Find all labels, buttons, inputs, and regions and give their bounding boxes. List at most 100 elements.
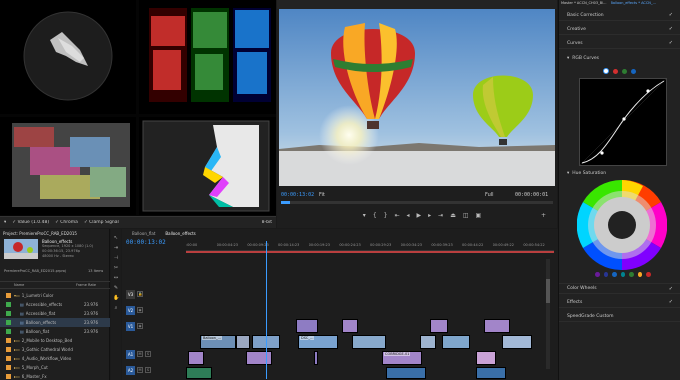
project-item-row[interactable]: ▸▭ 4_Audio_Workflow_Video [0, 354, 110, 363]
razor-tool-icon[interactable]: ✂ [113, 265, 119, 271]
work-area-bar[interactable] [186, 251, 554, 253]
scrollbar-thumb[interactable] [546, 279, 550, 303]
audio-clip[interactable] [386, 367, 426, 379]
project-item-row[interactable]: ▤ Balloon_flat 23.976 [0, 327, 110, 336]
clip[interactable] [342, 319, 358, 333]
lock-icon[interactable]: 🔒 [137, 291, 143, 297]
export-frame-button[interactable]: ◫ [463, 212, 469, 220]
marker-button[interactable]: ▾ [363, 212, 366, 220]
clip[interactable] [484, 319, 510, 333]
label-color-swatch[interactable] [6, 374, 11, 379]
sequence-icon[interactable]: ▤ [20, 311, 24, 316]
tab-balloon-effects[interactable]: Balloon_effects [165, 231, 195, 236]
swatch-yellow[interactable] [637, 272, 643, 277]
swatch-green[interactable] [629, 272, 634, 277]
sequence-clip-tab[interactable]: Balloon_effects * ACCN_... [611, 1, 656, 8]
bin-folder-icon[interactable]: ▸▭ [14, 374, 20, 379]
section-toggle[interactable]: ✓ [669, 12, 673, 18]
clip[interactable] [442, 335, 470, 349]
selection-tool-icon[interactable]: ↖ [113, 235, 119, 241]
clip[interactable] [502, 335, 532, 349]
curve-point[interactable] [646, 89, 650, 93]
scope-option-chroma[interactable]: ✓ Chroma [55, 220, 78, 225]
step-forward-button[interactable]: ▸ [428, 212, 431, 220]
section-toggle[interactable]: ✓ [669, 286, 673, 292]
timeline-tracks-area[interactable]: Balloon_... DSC_... COBRIDGE-01 [186, 241, 554, 379]
eye-icon[interactable]: ◉ [137, 323, 143, 329]
eye-icon[interactable]: ◉ [137, 307, 143, 313]
track-label[interactable]: V2 [126, 305, 135, 315]
clip[interactable] [236, 335, 250, 349]
track-select-tool-icon[interactable]: ⇥ [113, 245, 119, 251]
mute-icon[interactable]: M [137, 351, 143, 357]
project-item-row[interactable]: ▤ Accessible_effects 23.976 [0, 300, 110, 309]
zoom-level-dropdown[interactable]: Fit [319, 192, 325, 198]
bin-folder-icon[interactable]: ▾▭ [14, 293, 20, 298]
section-creative[interactable]: Creative ✓ [559, 24, 680, 35]
section-curves[interactable]: Curves ✓ [559, 38, 680, 49]
clip[interactable]: DSC_... [298, 335, 338, 349]
program-scrubber[interactable] [281, 201, 553, 204]
add-button[interactable]: + [541, 212, 546, 219]
sequence-icon[interactable]: ▤ [20, 302, 24, 307]
comparison-view-button[interactable]: ▣ [476, 212, 482, 220]
playhead-timecode[interactable]: 00:00:13:02 [281, 192, 314, 198]
project-item-row[interactable]: ▾▭ 1_Lumetri Color [0, 291, 110, 300]
section-color-wheels[interactable]: Color Wheels ✓ [559, 283, 680, 294]
sequence-icon[interactable]: ▤ [20, 329, 24, 334]
label-color-swatch[interactable] [6, 302, 11, 307]
section-effects[interactable]: Effects ✓ [559, 297, 680, 308]
curve-point[interactable] [622, 117, 626, 121]
sequence-thumbnail[interactable] [4, 239, 38, 259]
ripple-edit-tool-icon[interactable]: ⊣ [113, 255, 119, 261]
bin-folder-icon[interactable]: ▸▭ [14, 365, 20, 370]
section-basic-correction[interactable]: Basic Correction ✓ [559, 10, 680, 21]
clip[interactable] [476, 351, 496, 365]
track-label[interactable]: V3 [126, 289, 135, 299]
clip[interactable] [246, 351, 272, 365]
project-item-row[interactable]: ▤ Accessible_flat 23.976 [0, 309, 110, 318]
clip[interactable] [314, 351, 318, 365]
scope-type-dropdown[interactable]: ▾ [4, 220, 6, 225]
master-clip-tab[interactable]: Master * ACCN_CH03_Bl... [561, 1, 607, 8]
clip[interactable]: COBRIDGE-01 [382, 351, 422, 365]
curve-point[interactable] [600, 151, 604, 155]
audio-clip[interactable] [476, 367, 506, 379]
channel-green[interactable] [622, 68, 627, 74]
track-label[interactable]: A1 [126, 349, 135, 359]
project-item-row[interactable]: ▸▭ 2_Mobile to Desktop_Bed [0, 336, 110, 345]
frame-rate-column-header[interactable]: Frame Rate [76, 283, 96, 287]
mark-in-button[interactable]: { [373, 212, 377, 220]
bin-folder-icon[interactable]: ▸▭ [14, 338, 20, 343]
go-to-in-button[interactable]: ⇤ [394, 212, 399, 220]
label-color-swatch[interactable] [6, 293, 11, 298]
step-back-button[interactable]: ◂ [407, 212, 410, 220]
hue-saturation-wheel[interactable] [576, 179, 668, 271]
pen-tool-icon[interactable]: ✎ [113, 285, 119, 291]
project-item-row[interactable]: ▸▭ 5_Morph_Cut [0, 363, 110, 372]
clip[interactable] [296, 319, 318, 333]
channel-blue[interactable] [631, 68, 636, 74]
label-color-swatch[interactable] [6, 329, 11, 334]
project-title[interactable]: Project: PremiereProCC_RAB_ED2015 [3, 231, 107, 236]
timeline-vertical-scrollbar[interactable] [546, 259, 550, 369]
track-label[interactable]: A2 [126, 365, 135, 375]
swatch-blue[interactable] [612, 272, 617, 277]
label-color-swatch[interactable] [6, 320, 11, 325]
solo-icon[interactable]: S [145, 367, 151, 373]
label-color-swatch[interactable] [6, 356, 11, 361]
zoom-tool-icon[interactable]: ⌕ [113, 305, 119, 311]
label-color-swatch[interactable] [6, 347, 11, 352]
swatch-red[interactable] [646, 272, 652, 277]
section-toggle[interactable]: ✓ [669, 299, 673, 305]
hue-saturation-heading[interactable]: ▾ Hue Saturation [559, 168, 680, 179]
timeline-timecode[interactable]: 00:00:13:02 [126, 239, 166, 246]
rgb-curves-heading[interactable]: ▾ RGB Curves [559, 53, 680, 64]
clip[interactable] [188, 351, 204, 365]
slip-tool-icon[interactable]: ↔ [113, 275, 119, 281]
lift-button[interactable]: ⏏ [450, 212, 456, 220]
timeline-ruler[interactable]: :00:00 00:00:04:23 00:00:09:23 00:00:14:23 0… [186, 241, 554, 251]
tab-balloon-flat[interactable]: Balloon_flat [132, 231, 155, 236]
channel-red[interactable] [613, 68, 618, 74]
timeline-playhead[interactable] [266, 241, 267, 379]
